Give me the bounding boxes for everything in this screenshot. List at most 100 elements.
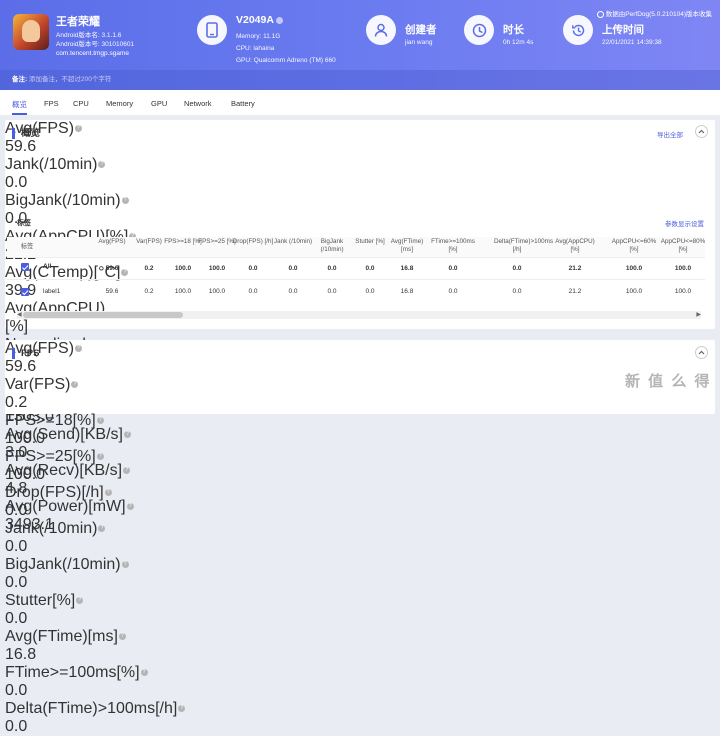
help-icon[interactable]: ? [104, 489, 112, 497]
help-icon[interactable]: ? [71, 381, 79, 389]
column-header: Delta(FTime)>100ms [/h] [494, 238, 554, 253]
package-name: com.tencent.tmgp.sgame [56, 50, 129, 57]
overview-title: 概览 [12, 128, 40, 139]
table-cell: 100.0 [174, 265, 192, 272]
fps-metric-value: 16.8 [5, 646, 37, 663]
collapse-icon[interactable] [695, 125, 708, 138]
table-header: 标签 Avg(FPS) Var(FPS) FPS>=18 [%] FPS>=25 [%]… [7, 237, 705, 257]
table-row[interactable]: label1 59.6 0.2 100.0 100.0 0.0 0.0 0.0 0.0 16.8 0… [7, 279, 705, 301]
metric-value: 0.0 [5, 210, 28, 227]
fps-metric-label: Avg(FPS)? [5, 340, 715, 358]
duration-title: 时长 [503, 24, 524, 36]
fps-metric-value: 0.0 [5, 682, 28, 699]
table-cell: 0.0 [327, 265, 337, 272]
scroll-right-icon[interactable]: ▶ [696, 311, 701, 319]
table-cell: 16.8 [400, 265, 414, 272]
tab-fps[interactable]: FPS [44, 99, 59, 108]
fps-metric-label: Drop(FPS)[/h]? [5, 484, 715, 502]
help-icon[interactable]: ? [76, 597, 84, 605]
info-icon [596, 10, 604, 18]
version-info: 数据由PerfDog(5.0.210104)版本收集 [596, 8, 712, 18]
upload-value: 22/01/2021 14:39:38 [602, 39, 662, 46]
row-checkbox[interactable] [21, 288, 29, 296]
param-settings-link[interactable]: 参数显示设置 [665, 218, 704, 228]
table-cell: 59.6 [105, 288, 119, 295]
table-cell: 0.2 [144, 288, 154, 295]
help-icon[interactable]: ? [98, 525, 106, 533]
table-cell: 0.0 [288, 265, 298, 272]
fps-metric-value: 59.6 [5, 358, 37, 375]
tab-cpu[interactable]: CPU [73, 99, 89, 108]
creator-value: jian wang [405, 39, 433, 46]
table-cell: 0.0 [448, 288, 458, 295]
upload-title: 上传时间 [602, 24, 644, 36]
fps-metric-label: BigJank(/10min)? [5, 556, 715, 574]
horizontal-scrollbar[interactable]: ◀ ▶ [17, 311, 701, 319]
column-header: FTime>=100ms [%] [431, 238, 475, 253]
tab-gpu[interactable]: GPU [151, 99, 167, 108]
table-cell: 0.0 [365, 265, 375, 272]
fps-metric-label: Jank(/10min)? [5, 520, 715, 538]
help-icon[interactable]: ? [121, 197, 129, 205]
table-cell: 0.0 [365, 288, 375, 295]
table-cell: 21.2 [568, 265, 582, 272]
duration-value: 0h 12m 4s [503, 39, 534, 46]
edit-icon[interactable] [276, 16, 284, 24]
help-icon[interactable]: ? [121, 561, 129, 569]
table-row[interactable]: All 59.6 0.2 100.0 100.0 0.0 0.0 0.0 0.0 16.8 0.0 0… [7, 257, 705, 279]
fps-metrics: Avg(FPS)? 59.6 Var(FPS)? 0.2 FPS>=18[%]? 100.… [5, 340, 715, 736]
table-cell: 100.0 [208, 265, 226, 272]
fps-metric-value: 100.0 [5, 430, 46, 447]
note-input[interactable]: 添加备注，不超过200个字符 [29, 76, 111, 83]
table-cell: 100.0 [174, 288, 192, 295]
fps-metric-label: Stutter[%]? [5, 592, 715, 610]
table-cell: 0.0 [448, 265, 458, 272]
table-cell: 100.0 [674, 288, 692, 295]
fps-metric-value: 100.0 [5, 466, 46, 483]
help-icon[interactable]: ? [96, 417, 104, 425]
table-cell: 0.0 [248, 265, 258, 272]
fps-metric-label: Var(FPS)? [5, 376, 715, 394]
help-icon[interactable]: ? [75, 345, 83, 353]
tab-overview[interactable]: 概览 [12, 99, 27, 115]
device-memory: Memory: 11.1G [236, 33, 281, 40]
export-all-link[interactable]: 导出全部 [657, 129, 683, 139]
note-bar[interactable]: 备注: 添加备注，不超过200个字符 [0, 70, 720, 90]
watermark: 新 值 么 得 [625, 373, 712, 390]
phone-icon [197, 15, 227, 45]
metric-value: 59.6 [5, 138, 37, 155]
tab-battery[interactable]: Battery [231, 99, 255, 108]
table-cell: 0.0 [512, 265, 522, 272]
fps-card: FPS Avg(FPS)? 59.6 Var(FPS)? 0.2 FPS>=18[%]?… [5, 340, 715, 735]
scrollbar-thumb[interactable] [23, 312, 183, 318]
creator-title: 创建者 [405, 24, 437, 36]
fps-metric-label: FPS>=18[%]? [5, 412, 715, 430]
scroll-left-icon[interactable]: ◀ [17, 311, 22, 319]
metric-value: 0.0 [5, 174, 28, 191]
table-cell: 21.2 [568, 288, 582, 295]
collapse-fps-icon[interactable] [695, 346, 708, 359]
metric-label: Jank(/10min)? [5, 156, 715, 174]
help-icon[interactable]: ? [118, 633, 126, 641]
fps-metric-label: FTime>=100ms[%]? [5, 664, 715, 682]
android-version-code: Android版本号: 301010601 [56, 41, 135, 48]
device-gpu: GPU: Qualcomm Adreno (TM) 660 [236, 57, 336, 64]
help-icon[interactable]: ? [98, 161, 106, 169]
help-icon[interactable]: ? [178, 705, 186, 713]
help-icon[interactable]: ? [96, 453, 104, 461]
table-cell: 100.0 [674, 265, 692, 272]
tab-network[interactable]: Network [184, 99, 212, 108]
help-icon[interactable]: ? [140, 669, 148, 677]
row-checkbox[interactable] [21, 263, 29, 271]
tab-bar: 概览 FPS CPU Memory GPU Network Battery [0, 90, 720, 115]
table-cell: 100.0 [625, 288, 643, 295]
metric-label: BigJank(/10min)? [5, 192, 715, 210]
table-cell: 16.8 [400, 288, 414, 295]
help-icon[interactable]: ? [75, 125, 83, 133]
clock-icon [464, 15, 494, 45]
tags-title: 标签 [17, 220, 31, 227]
tab-memory[interactable]: Memory [106, 99, 133, 108]
table-cell: 100.0 [208, 288, 226, 295]
table-cell: 0.0 [512, 288, 522, 295]
device-cpu: CPU: lahaina [236, 45, 275, 52]
